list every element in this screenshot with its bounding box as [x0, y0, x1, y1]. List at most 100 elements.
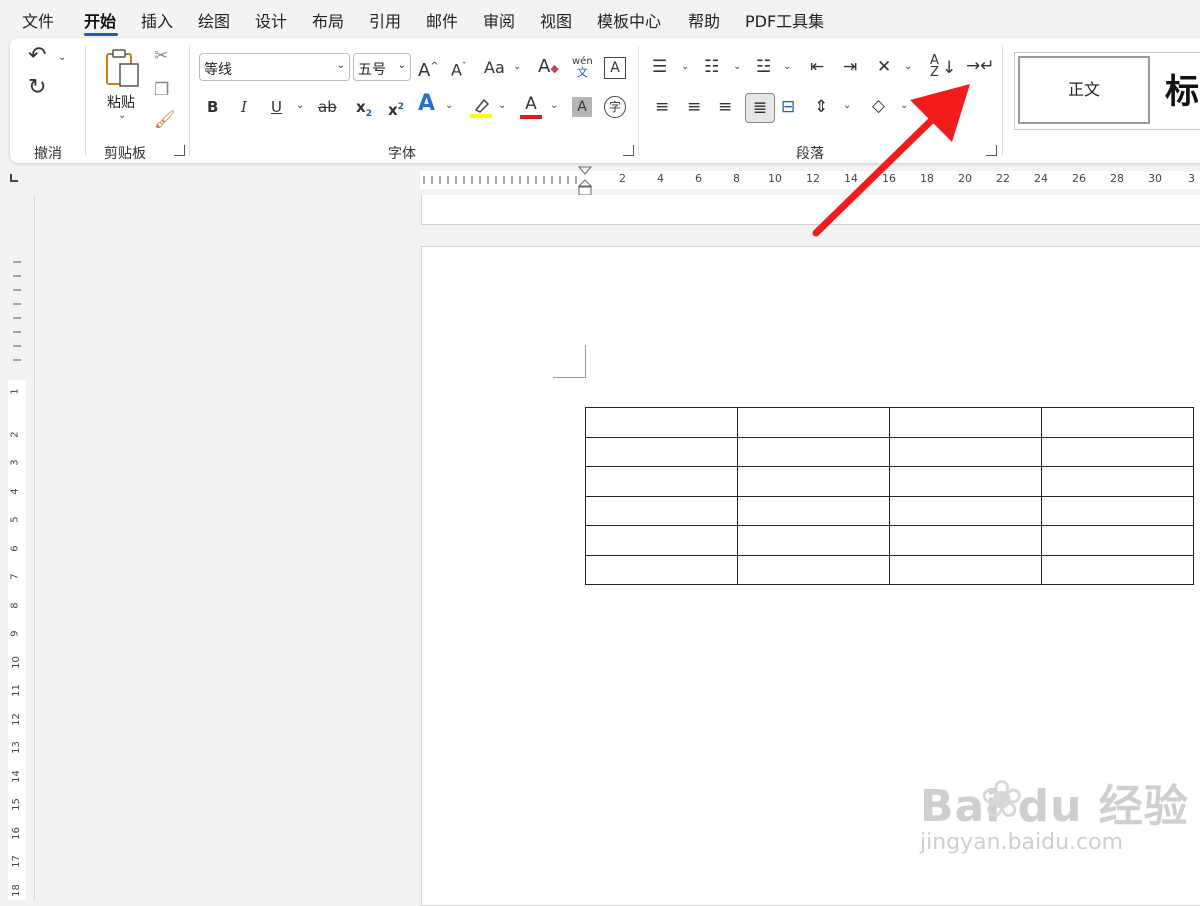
menu-insert[interactable]: 插入 [141, 8, 173, 32]
menu-template-center[interactable]: 模板中心 [597, 8, 661, 32]
menu-mailings[interactable]: 邮件 [426, 8, 458, 32]
underline-icon[interactable]: U [271, 97, 282, 117]
menu-view[interactable]: 视图 [540, 8, 572, 32]
font-color-label: A [525, 94, 537, 114]
table-cell[interactable] [1041, 466, 1194, 497]
paste-label[interactable]: 粘贴 [107, 92, 135, 112]
menu-home[interactable]: 开始 [84, 8, 116, 32]
style-title[interactable]: 标 [1165, 64, 1199, 113]
table-cell[interactable] [889, 554, 1042, 585]
font-launcher-icon[interactable] [623, 145, 634, 156]
document-table[interactable] [585, 407, 1194, 585]
font-name-combo[interactable]: 等线 ⌄ [199, 53, 350, 81]
undo-dropdown-icon[interactable]: ⌄ [58, 52, 66, 63]
chevron-down-icon[interactable]: ⌄ [783, 61, 791, 72]
ruler-label: 4 [9, 488, 21, 495]
ruler-label: 13 [10, 741, 22, 754]
bullets-icon[interactable]: ☰ [652, 57, 667, 77]
ruler-label: 10 [10, 656, 22, 669]
table-cell[interactable] [1041, 436, 1194, 467]
table-cell[interactable] [737, 495, 890, 526]
table-cell[interactable] [889, 407, 1042, 438]
ruler-label: 26 [1072, 172, 1086, 185]
redo-icon[interactable]: ↻ [28, 77, 46, 99]
align-center-icon[interactable]: ≡ [687, 97, 701, 117]
font-color-icon[interactable]: A [520, 94, 542, 120]
table-cell[interactable] [1041, 525, 1194, 556]
table-cell[interactable] [585, 495, 738, 526]
clipboard-launcher-icon[interactable] [174, 145, 185, 156]
table-cell[interactable] [737, 407, 890, 438]
font-size-combo[interactable]: 五号 ⌄ [353, 53, 411, 81]
table-cell[interactable] [585, 407, 738, 438]
subscript-icon[interactable]: x2 [356, 97, 372, 124]
highlight-icon[interactable] [470, 96, 492, 118]
chevron-down-icon[interactable]: ⌄ [733, 61, 741, 72]
table-cell[interactable] [737, 466, 890, 497]
chevron-down-icon: ⌄ [397, 60, 406, 71]
table-row [585, 407, 1194, 438]
ruler-label: 28 [1110, 172, 1124, 185]
chevron-down-icon[interactable]: ⌄ [681, 61, 689, 72]
italic-icon[interactable]: I [241, 97, 247, 117]
table-cell[interactable] [585, 554, 738, 585]
enclose-characters-icon[interactable]: 字 [604, 96, 626, 118]
cut-icon[interactable]: ✂ [154, 46, 168, 66]
style-normal[interactable]: 正文 [1018, 56, 1150, 124]
table-cell[interactable] [1041, 495, 1194, 526]
menu-review[interactable]: 审阅 [483, 8, 515, 32]
format-painter-icon[interactable]: 🖌 [154, 110, 176, 130]
chevron-down-icon[interactable]: ⌄ [296, 100, 304, 111]
shrink-font-icon[interactable]: Aˇ [451, 57, 466, 80]
table-cell[interactable] [1041, 554, 1194, 585]
menu-file[interactable]: 文件 [22, 8, 54, 32]
ruler-label: 6 [9, 545, 21, 552]
text-effects-icon[interactable]: A [418, 93, 435, 115]
superscript-icon[interactable]: x2 [388, 97, 404, 120]
justify-icon[interactable]: ≣ [745, 93, 775, 123]
menu-draw[interactable]: 绘图 [198, 8, 230, 32]
enclose-char: 字 [608, 100, 621, 114]
clear-formatting-icon[interactable]: A◆ [538, 57, 559, 79]
chevron-down-icon[interactable]: ⌄ [498, 100, 506, 111]
distributed-icon[interactable]: ⊟ [781, 97, 795, 117]
ruler-label: 12 [10, 713, 22, 726]
menu-pdf-tools[interactable]: PDF工具集 [745, 8, 824, 32]
menu-layout[interactable]: 布局 [312, 8, 344, 32]
table-cell[interactable] [737, 525, 890, 556]
table-cell[interactable] [737, 554, 890, 585]
table-cell[interactable] [889, 436, 1042, 467]
table-cell[interactable] [585, 436, 738, 467]
ruler-label: 4 [657, 172, 664, 185]
ruler-label: 18 [10, 884, 22, 897]
paste-icon[interactable] [104, 48, 142, 90]
bold-icon[interactable]: B [207, 97, 218, 117]
table-cell[interactable] [889, 525, 1042, 556]
table-cell[interactable] [889, 466, 1042, 497]
menu-help[interactable]: 帮助 [688, 8, 720, 32]
chevron-down-icon[interactable]: ⌄ [550, 100, 558, 111]
character-border-icon[interactable]: A [604, 57, 626, 79]
paste-dropdown-icon[interactable]: ⌄ [118, 110, 126, 121]
align-left-icon[interactable]: ≡ [655, 97, 669, 117]
strikethrough-icon[interactable]: ab [318, 97, 337, 117]
copy-icon[interactable]: ❐ [154, 80, 169, 100]
character-shading-icon[interactable]: A [572, 97, 592, 117]
menu-references[interactable]: 引用 [369, 8, 401, 32]
multilevel-list-icon[interactable]: ☳ [756, 57, 771, 77]
table-cell[interactable] [1041, 407, 1194, 438]
table-cell[interactable] [585, 466, 738, 497]
table-cell[interactable] [737, 436, 890, 467]
undo-icon[interactable]: ↶ [28, 45, 46, 67]
numbering-icon[interactable]: ☷ [704, 57, 719, 77]
chevron-down-icon[interactable]: ⌄ [513, 61, 521, 72]
chevron-down-icon[interactable]: ⌄ [445, 100, 453, 111]
change-case-icon[interactable]: Aa [484, 58, 505, 78]
group-label-undo: 撤消 [34, 146, 62, 162]
table-cell[interactable] [585, 525, 738, 556]
phonetic-guide-icon[interactable]: wén 文 [572, 56, 593, 78]
align-right-icon[interactable]: ≡ [718, 97, 732, 117]
table-cell[interactable] [889, 495, 1042, 526]
grow-font-icon[interactable]: A^ [418, 57, 439, 81]
menu-design[interactable]: 设计 [255, 8, 287, 32]
